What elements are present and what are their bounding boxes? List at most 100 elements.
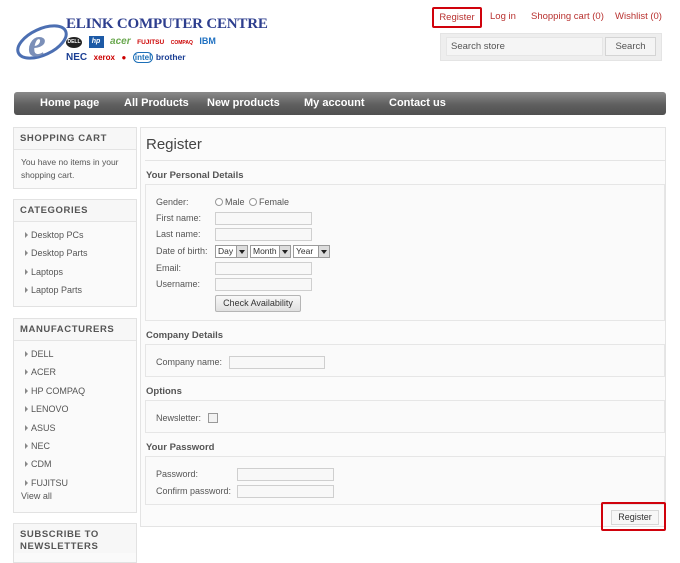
store-name: ELINK COMPUTER CENTRE	[66, 16, 268, 32]
email-label: Email:	[156, 263, 182, 273]
options-fieldset	[145, 400, 665, 433]
newsletter-title-line2: NEWSLETTERS	[20, 541, 99, 552]
manufacturer-label: DELL	[31, 349, 54, 359]
view-all-manufacturers-link[interactable]: View all	[21, 491, 52, 501]
dob-day-select[interactable]: Day	[215, 245, 248, 258]
arrow-right-icon	[25, 351, 28, 357]
nec-logo: NEC	[66, 52, 88, 63]
confirm-password-input[interactable]	[237, 485, 334, 498]
arrow-right-icon	[25, 479, 28, 486]
category-label: Desktop PCs	[31, 230, 84, 240]
dropdown-arrow-icon	[318, 246, 329, 257]
manufacturers-block: MANUFACTURERS DELL ACER HP COMPAQ LENOVO…	[13, 318, 137, 513]
manufacturer-item[interactable]: DELL	[14, 345, 136, 363]
last-name-input[interactable]	[215, 228, 312, 241]
shopping-cart-empty-text: You have no items in your shopping cart.	[21, 157, 119, 180]
gender-female-option[interactable]: Female	[249, 197, 289, 207]
red-ball-icon: ●	[121, 53, 127, 62]
nav-new-products[interactable]: New products	[207, 92, 280, 115]
compaq-logo: COMPAQ	[170, 40, 193, 47]
male-radio[interactable]	[215, 198, 223, 206]
manufacturer-label: LENOVO	[31, 404, 69, 415]
password-fieldset	[145, 456, 665, 505]
first-name-input[interactable]	[215, 212, 312, 225]
confirm-password-label: Confirm password:	[156, 486, 232, 496]
arrow-right-icon	[25, 268, 28, 275]
category-item[interactable]: Desktop Parts	[14, 244, 136, 262]
nav-my-account[interactable]: My account	[304, 92, 365, 115]
nav-home[interactable]: Home page	[40, 92, 99, 115]
first-name-label: First name:	[156, 213, 202, 223]
dob-label: Date of birth:	[156, 246, 208, 256]
arrow-right-icon	[25, 387, 28, 394]
brand-logos-row1: DELL hp acer FUJITSU COMPAQ IBM	[66, 36, 220, 48]
dropdown-arrow-icon	[236, 246, 247, 257]
dob-month-select[interactable]: Month	[250, 245, 291, 258]
manufacturers-list: DELL ACER HP COMPAQ LENOVO ASUS NEC CDM …	[14, 341, 136, 492]
gender-male-option[interactable]: Male	[215, 197, 245, 207]
category-item[interactable]: Desktop PCs	[14, 226, 136, 244]
female-radio[interactable]	[249, 198, 257, 206]
email-input[interactable]	[215, 262, 312, 275]
search-input[interactable]: Search store	[446, 37, 603, 56]
register-link[interactable]: Register	[432, 7, 482, 28]
nav-contact-us[interactable]: Contact us	[389, 92, 446, 115]
arrow-right-icon	[25, 424, 28, 431]
manufacturer-label: FUJITSU	[31, 477, 68, 488]
title-divider	[145, 160, 666, 161]
manufacturer-item[interactable]: ACER	[14, 363, 136, 381]
check-availability-button[interactable]: Check Availability	[215, 295, 301, 312]
password-input[interactable]	[237, 468, 334, 481]
brother-logo: brother	[155, 52, 186, 62]
svg-text:e: e	[28, 20, 46, 65]
gender-label: Gender:	[156, 197, 189, 207]
username-input[interactable]	[215, 278, 312, 291]
dropdown-arrow-icon	[279, 246, 290, 257]
manufacturer-item[interactable]: HP COMPAQ	[14, 382, 136, 400]
manufacturer-item[interactable]: FUJITSU	[14, 474, 136, 492]
search-box: Search store Search	[440, 33, 662, 61]
dob-month-value: Month	[253, 246, 277, 256]
personal-details-title: Your Personal Details	[146, 170, 244, 181]
category-item[interactable]: Laptops	[14, 263, 136, 281]
category-label: Desktop Parts	[31, 248, 88, 259]
options-title: Options	[146, 386, 182, 397]
category-label: Laptops	[31, 266, 64, 277]
xerox-logo: xerox	[93, 53, 115, 62]
ibm-logo: IBM	[199, 36, 216, 47]
female-label: Female	[259, 197, 290, 207]
store-logo[interactable]: e ELINK COMPUTER CENTRE DELL hp acer FUJ…	[14, 16, 268, 68]
manufacturer-label: HP COMPAQ	[31, 385, 86, 396]
register-button[interactable]: Register	[611, 510, 659, 525]
login-link[interactable]: Log in	[490, 7, 516, 27]
dell-logo: DELL	[66, 36, 82, 48]
category-label: Laptop Parts	[31, 285, 83, 296]
newsletter-checkbox[interactable]	[208, 413, 218, 423]
arrow-right-icon	[25, 369, 28, 376]
manufacturers-title: MANUFACTURERS	[14, 319, 136, 341]
category-item[interactable]: Laptop Parts	[14, 281, 136, 299]
manufacturer-item[interactable]: LENOVO	[14, 400, 136, 418]
company-name-input[interactable]	[229, 356, 325, 369]
nav-all-products[interactable]: All Products	[124, 92, 189, 115]
dob-year-select[interactable]: Year	[293, 245, 330, 258]
manufacturer-item[interactable]: CDM	[14, 455, 136, 473]
manufacturer-label: ACER	[31, 367, 57, 378]
newsletter-block: SUBSCRIBE TO NEWSLETTERS	[13, 523, 137, 563]
arrow-right-icon	[25, 232, 28, 238]
manufacturer-item[interactable]: ASUS	[14, 419, 136, 437]
dob-day-value: Day	[218, 246, 234, 256]
company-details-fieldset	[145, 344, 665, 377]
brand-logos-row2: NEC xerox ● intel brother	[66, 52, 190, 63]
shopping-cart-link[interactable]: Shopping cart (0)	[531, 7, 604, 27]
hp-logo: hp	[88, 36, 104, 48]
arrow-right-icon	[25, 461, 28, 468]
wishlist-link[interactable]: Wishlist (0)	[615, 7, 662, 27]
company-name-label: Company name:	[156, 357, 223, 367]
acer-logo: acer	[110, 36, 131, 48]
newsletter-title-line1: SUBSCRIBE TO	[20, 529, 99, 540]
arrow-right-icon	[25, 406, 28, 413]
categories-block: CATEGORIES Desktop PCs Desktop Parts Lap…	[13, 199, 137, 307]
search-button[interactable]: Search	[605, 37, 656, 56]
manufacturer-item[interactable]: NEC	[14, 437, 136, 455]
